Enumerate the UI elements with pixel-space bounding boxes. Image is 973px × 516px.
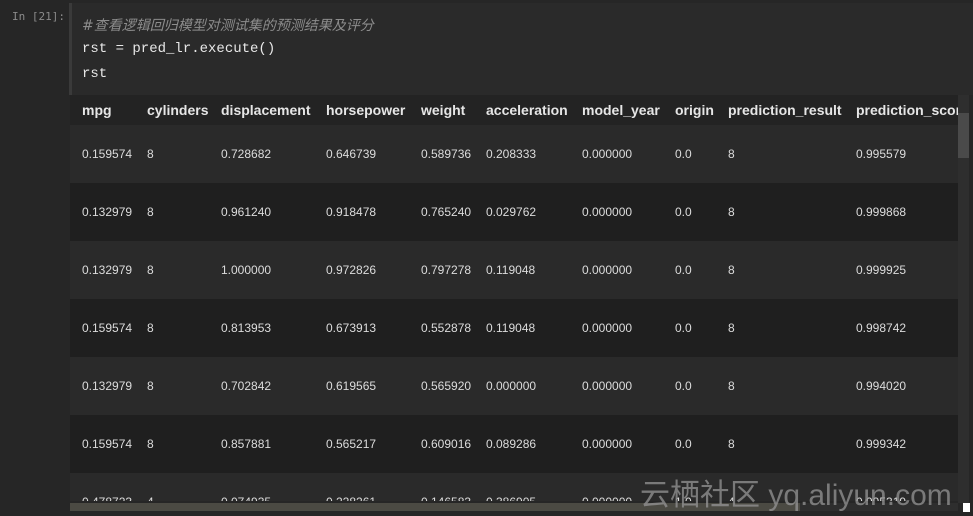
table-header-row: mpg cylinders displacement horsepower weight…: [70, 95, 958, 125]
table-cell: 0.999925: [844, 241, 958, 299]
column-header-weight: weight: [409, 95, 474, 125]
table-cell: 8: [135, 357, 209, 415]
table-cell: 0.029762: [474, 183, 570, 241]
table-cell: 0.999868: [844, 183, 958, 241]
vertical-scrollbar[interactable]: [958, 95, 969, 503]
table-cell: 0.000000: [570, 357, 663, 415]
code-line: rst = pred_lr.execute(): [82, 41, 276, 57]
table-cell: 0.999342: [844, 415, 958, 473]
table-row: 0.159574 8 0.728682 0.646739 0.589736 0.20833…: [70, 125, 958, 183]
column-header-cylinders: cylinders: [135, 95, 209, 125]
table-cell: 0.0: [663, 299, 716, 357]
table-row: 0.132979 8 0.702842 0.619565 0.565920 0.00000…: [70, 357, 958, 415]
table-cell: 8: [716, 415, 844, 473]
table-cell: 0.159574: [70, 299, 135, 357]
result-table: mpg cylinders displacement horsepower weight…: [70, 95, 958, 501]
vertical-scroll-thumb[interactable]: [958, 113, 969, 158]
table-cell: 0.673913: [314, 299, 409, 357]
code-cell-input[interactable]: #查看逻辑回归模型对测试集的预测结果及评分 rst = pred_lr.exec…: [69, 3, 973, 95]
table-cell: 0.132979: [70, 241, 135, 299]
table-cell: 0.000000: [570, 241, 663, 299]
column-header-origin: origin: [663, 95, 716, 125]
table-cell: 8: [716, 125, 844, 183]
table-cell: 1.000000: [209, 241, 314, 299]
column-header-prediction-score: prediction_score: [844, 95, 958, 125]
table-cell: 4: [135, 473, 209, 501]
table-cell: 0.995579: [844, 125, 958, 183]
table-cell: 0.646739: [314, 125, 409, 183]
table-row: 0.159574 8 0.857881 0.565217 0.609016 0.08928…: [70, 415, 958, 473]
table-cell: 8: [716, 299, 844, 357]
table-cell: 0.208333: [474, 125, 570, 183]
table-cell: 0.589736: [409, 125, 474, 183]
table-cell: 8: [135, 241, 209, 299]
table-cell: 0.961240: [209, 183, 314, 241]
table-cell: 0.728682: [209, 125, 314, 183]
table-cell: 0.918478: [314, 183, 409, 241]
table-cell: 0.478723: [70, 473, 135, 501]
table-cell: 8: [716, 183, 844, 241]
watermark: 云栖社区 yq.aliyun.com: [640, 479, 952, 512]
table-cell: 0.702842: [209, 357, 314, 415]
table-cell: 0.132979: [70, 357, 135, 415]
table-cell: 0.0: [663, 183, 716, 241]
table-cell: 0.994020: [844, 357, 958, 415]
table-row: 0.132979 8 0.961240 0.918478 0.765240 0.02976…: [70, 183, 958, 241]
table-cell: 0.119048: [474, 241, 570, 299]
table-cell: 0.000000: [570, 125, 663, 183]
table-cell: 0.609016: [409, 415, 474, 473]
cell-prompt: In [21]:: [12, 10, 65, 23]
table-cell: 0.074935: [209, 473, 314, 501]
column-header-displacement: displacement: [209, 95, 314, 125]
table-cell: 0.159574: [70, 125, 135, 183]
table-cell: 0.159574: [70, 415, 135, 473]
table-cell: 0.386905: [474, 473, 570, 501]
table-cell: 0.000000: [570, 183, 663, 241]
table-cell: 0.797278: [409, 241, 474, 299]
table-cell: 8: [716, 241, 844, 299]
column-header-acceleration: acceleration: [474, 95, 570, 125]
table-cell: 0.146583: [409, 473, 474, 501]
table-cell: 0.565217: [314, 415, 409, 473]
table-cell: 8: [135, 183, 209, 241]
column-header-model-year: model_year: [570, 95, 663, 125]
table-cell: 0.619565: [314, 357, 409, 415]
table-cell: 0.000000: [570, 299, 663, 357]
table-cell: 0.998742: [844, 299, 958, 357]
table-cell: 0.228261: [314, 473, 409, 501]
column-header-prediction-result: prediction_result: [716, 95, 844, 125]
table-cell: 0.565920: [409, 357, 474, 415]
table-cell: 8: [135, 125, 209, 183]
column-header-horsepower: horsepower: [314, 95, 409, 125]
table-cell: 0.813953: [209, 299, 314, 357]
table-cell: 0.000000: [570, 415, 663, 473]
table-cell: 0.132979: [70, 183, 135, 241]
table-row: 0.132979 8 1.000000 0.972826 0.797278 0.11904…: [70, 241, 958, 299]
column-header-mpg: mpg: [70, 95, 135, 125]
table-cell: 0.765240: [409, 183, 474, 241]
table-cell: 0.0: [663, 415, 716, 473]
table-cell: 0.000000: [474, 357, 570, 415]
table-cell: 0.0: [663, 125, 716, 183]
table-cell: 8: [135, 415, 209, 473]
table-cell: 8: [135, 299, 209, 357]
table-cell: 8: [716, 357, 844, 415]
table-cell: 0.0: [663, 241, 716, 299]
table-cell: 0.857881: [209, 415, 314, 473]
table-row: 0.159574 8 0.813953 0.673913 0.552878 0.11904…: [70, 299, 958, 357]
table-cell: 0.972826: [314, 241, 409, 299]
scroll-corner: [963, 503, 970, 512]
table-cell: 0.119048: [474, 299, 570, 357]
code-comment: #查看逻辑回归模型对测试集的预测结果及评分: [82, 18, 374, 34]
output-dataframe: mpg cylinders displacement horsepower weight…: [70, 95, 958, 501]
table-cell: 0.089286: [474, 415, 570, 473]
table-cell: 0.0: [663, 357, 716, 415]
code-line: rst: [82, 66, 108, 82]
table-cell: 0.552878: [409, 299, 474, 357]
